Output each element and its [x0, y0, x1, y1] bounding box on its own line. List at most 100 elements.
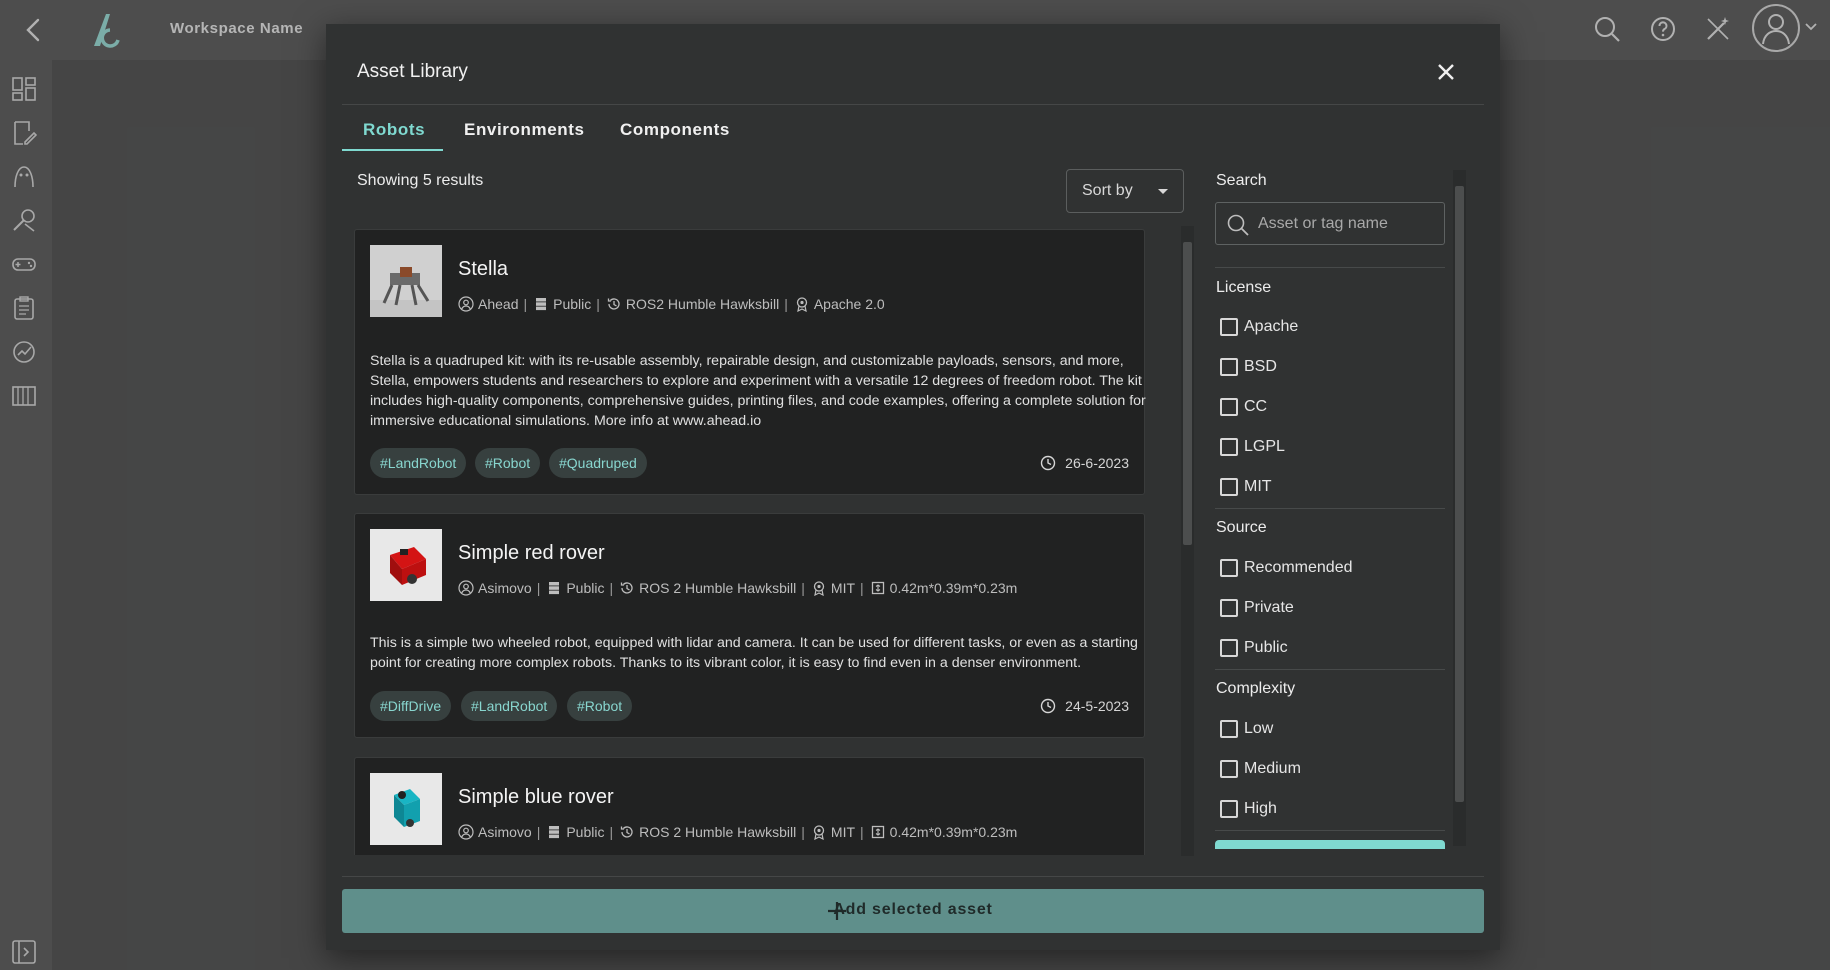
tab-environments[interactable]: Environments [464, 120, 585, 140]
option-label: Recommended [1244, 559, 1353, 576]
person-icon [458, 296, 474, 312]
apply-filters-button[interactable] [1215, 840, 1445, 849]
asset-name: Simple blue rover [458, 786, 614, 808]
checkbox[interactable] [1220, 599, 1238, 617]
checkbox[interactable] [1220, 358, 1238, 376]
option-label: Medium [1244, 760, 1301, 777]
license-filter-label: License [1216, 279, 1272, 296]
license-option-cc[interactable]: CC [1220, 395, 1267, 419]
asset-list: Stella Ahead | Public | ROS2 Humble Hawksb… [354, 229, 1146, 855]
asset-visibility: Public [566, 824, 605, 840]
source-option-public[interactable]: Public [1220, 636, 1288, 660]
source-option-private[interactable]: Private [1220, 596, 1294, 620]
checkbox[interactable] [1220, 398, 1238, 416]
asset-card[interactable]: Simple red rover Asimovo | Public | ROS 2 … [354, 513, 1145, 738]
search-input[interactable] [1258, 203, 1438, 244]
divider [342, 876, 1484, 877]
asset-name: Simple red rover [458, 542, 605, 564]
list-scrollbar-thumb[interactable] [1183, 242, 1192, 545]
checkbox[interactable] [1220, 438, 1238, 456]
complexity-filter-label: Complexity [1216, 680, 1296, 697]
person-icon [458, 580, 474, 596]
source-option-recommended[interactable]: Recommended [1220, 556, 1353, 580]
checkbox[interactable] [1220, 760, 1238, 778]
license-icon [813, 825, 825, 840]
search-field[interactable] [1215, 202, 1445, 245]
complexity-option-low[interactable]: Low [1220, 717, 1273, 741]
checkbox[interactable] [1220, 800, 1238, 818]
asset-visibility: Public [553, 296, 592, 312]
license-option-mit[interactable]: MIT [1220, 475, 1272, 499]
asset-visibility: Public [566, 580, 605, 596]
checkbox[interactable] [1220, 720, 1238, 738]
option-label: MIT [1244, 478, 1272, 495]
history-icon [620, 582, 633, 594]
checkbox[interactable] [1220, 559, 1238, 577]
asset-author: Asimovo [478, 580, 532, 596]
asset-card[interactable]: Stella Ahead | Public | ROS2 Humble Hawksb… [354, 229, 1146, 495]
option-label: Public [1244, 639, 1288, 656]
option-label: LGPL [1244, 438, 1285, 455]
tag-chip[interactable]: #Robot [567, 691, 633, 721]
search-icon [1227, 214, 1249, 236]
checkbox[interactable] [1220, 478, 1238, 496]
asset-meta: Asimovo | Public | ROS 2 Humble Hawksbill |… [458, 824, 1017, 840]
tag-chip[interactable]: #Quadruped [549, 448, 647, 478]
caret-down-icon [1158, 189, 1168, 194]
asset-size: 0.42m*0.39m*0.23m [889, 580, 1018, 596]
asset-card[interactable]: Simple blue rover Asimovo | Public | ROS 2… [354, 757, 1145, 855]
dialog-title: Asset Library [357, 61, 468, 82]
option-label: Low [1244, 720, 1274, 737]
asset-name: Stella [458, 258, 509, 280]
tag-chip[interactable]: #Robot [475, 448, 541, 478]
tag-chip[interactable]: #DiffDrive [370, 691, 452, 721]
asset-ros-version: ROS 2 Humble Hawksbill [639, 580, 797, 596]
divider [342, 104, 1484, 105]
asset-license: MIT [830, 580, 856, 596]
asset-author: Ahead [478, 296, 519, 312]
sort-label: Sort by [1082, 182, 1133, 199]
asset-date: 24-5-2023 [1040, 698, 1129, 714]
asset-date-text: 24-5-2023 [1065, 698, 1129, 714]
asset-size: 0.42m*0.39m*0.23m [889, 824, 1018, 840]
database-icon [536, 298, 547, 311]
source-filter-label: Source [1216, 519, 1267, 536]
asset-author: Asimovo [478, 824, 532, 840]
asset-license: Apache 2.0 [813, 296, 885, 312]
asset-ros-version: ROS 2 Humble Hawksbill [639, 824, 797, 840]
asset-date-text: 26-6-2023 [1065, 455, 1129, 471]
clock-icon [1040, 698, 1056, 714]
tag-chip[interactable]: #LandRobot [370, 448, 467, 478]
history-icon [620, 826, 633, 838]
complexity-option-medium[interactable]: Medium [1220, 757, 1301, 781]
divider [1215, 267, 1445, 268]
add-selected-asset-button[interactable]: Add selected asset [342, 889, 1484, 933]
asset-thumbnail [370, 245, 442, 317]
divider [1215, 669, 1445, 670]
filter-panel-scrollbar-thumb[interactable] [1455, 186, 1464, 802]
tab-components[interactable]: Components [620, 120, 730, 140]
asset-description: Stella is a quadruped kit: with its re-u… [370, 353, 1146, 429]
license-option-lgpl[interactable]: LGPL [1220, 435, 1285, 459]
history-icon [607, 298, 620, 310]
asset-description: This is a simple two wheeled robot, equi… [370, 635, 1138, 671]
option-label: Private [1244, 599, 1294, 616]
complexity-option-high[interactable]: High [1220, 797, 1277, 821]
asset-thumbnail [370, 773, 442, 845]
option-label: BSD [1244, 358, 1277, 375]
person-icon [458, 824, 474, 840]
asset-library-dialog: Asset Library Robots Environments Compon… [326, 24, 1500, 950]
tag-chip[interactable]: #LandRobot [461, 691, 558, 721]
sort-dropdown[interactable]: Sort by [1066, 169, 1184, 213]
license-option-apache[interactable]: Apache [1220, 315, 1298, 339]
results-count: Showing 5 results [357, 172, 484, 189]
asset-ros-version: ROS2 Humble Hawksbill [625, 296, 780, 312]
checkbox[interactable] [1220, 639, 1238, 657]
checkbox[interactable] [1220, 318, 1238, 336]
close-icon[interactable] [1434, 60, 1458, 84]
tab-robots[interactable]: Robots [363, 120, 425, 140]
active-tab-indicator [342, 149, 443, 151]
clock-icon [1040, 455, 1056, 471]
asset-license: MIT [830, 824, 856, 840]
license-option-bsd[interactable]: BSD [1220, 355, 1277, 379]
